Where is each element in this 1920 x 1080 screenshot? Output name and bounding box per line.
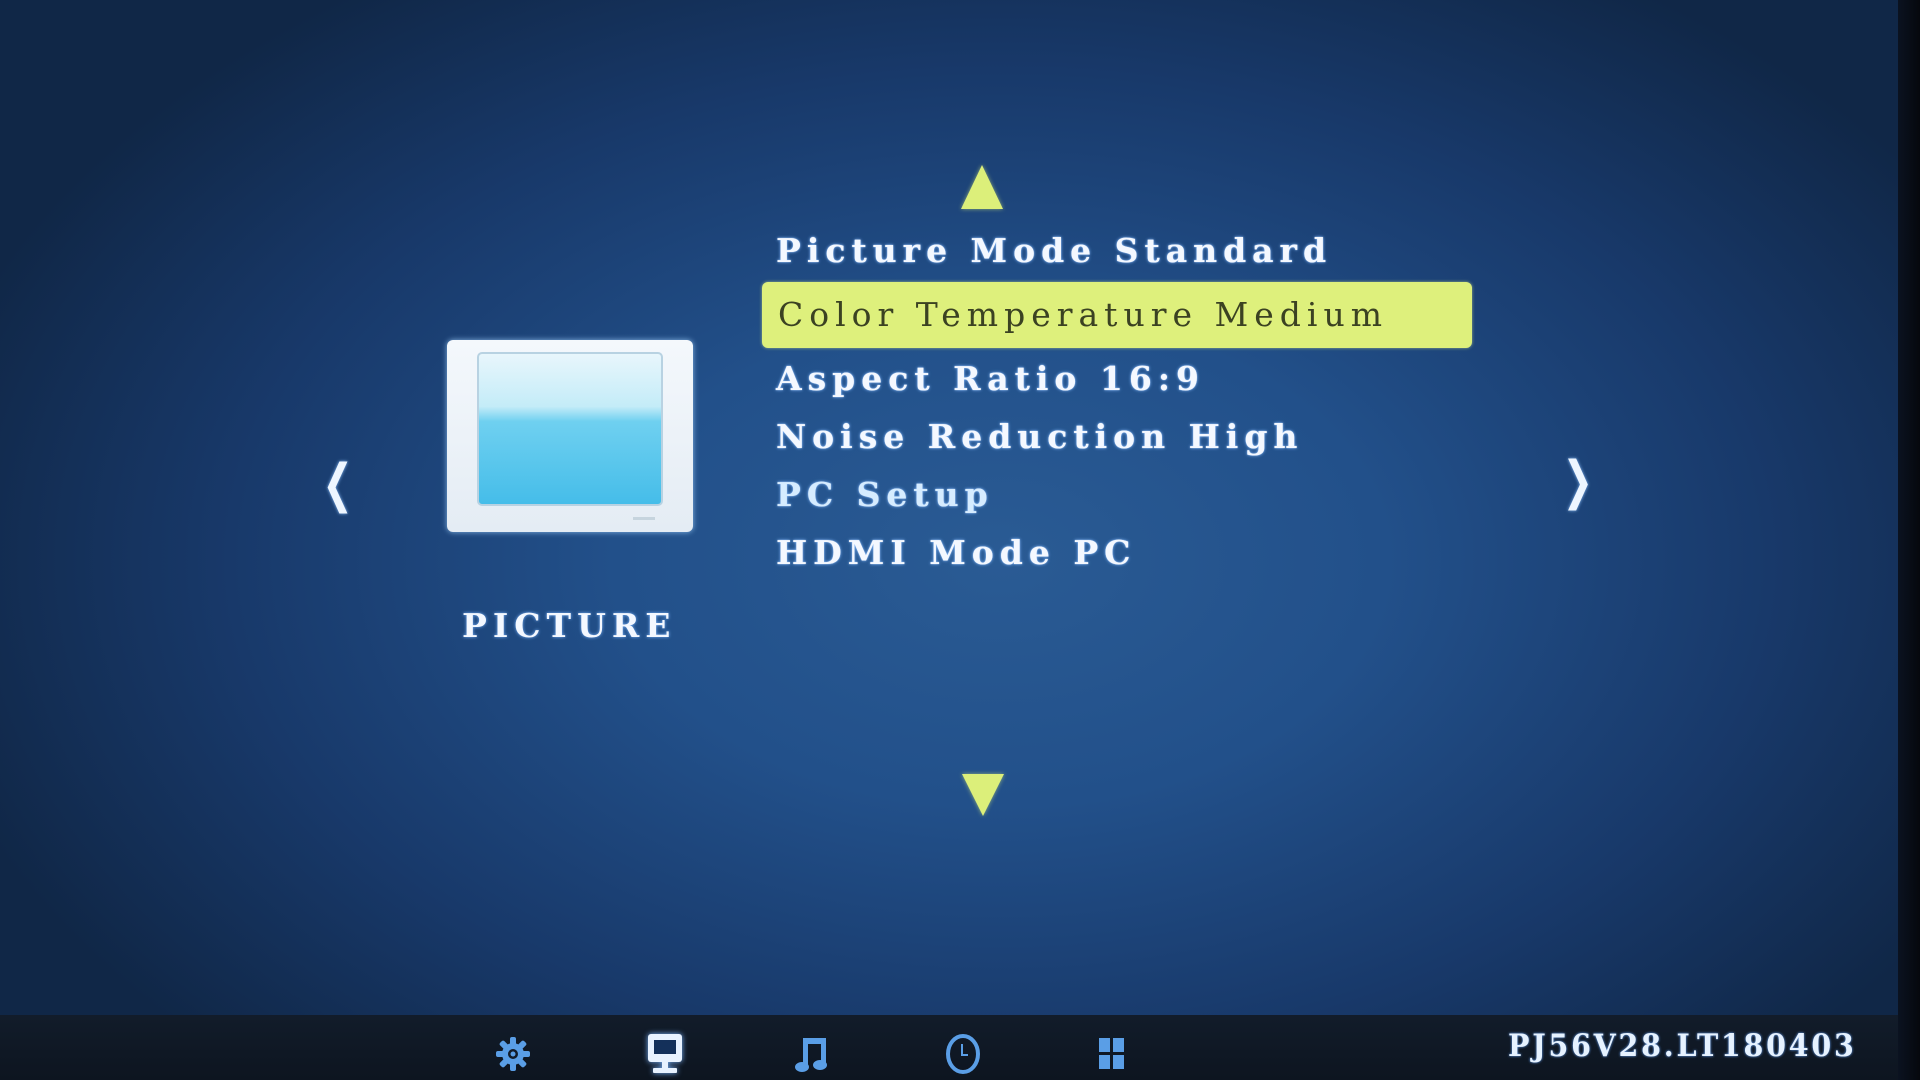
- gear-icon: [496, 1037, 530, 1071]
- menu-item-aspect-ratio[interactable]: Aspect Ratio 16:9: [762, 350, 1472, 408]
- chevron-right-icon[interactable]: ❯: [1563, 455, 1594, 507]
- triangle-up-icon[interactable]: [961, 165, 1003, 209]
- firmware-version: PJ56V28.LT180403: [1508, 1028, 1857, 1064]
- tab-time[interactable]: [941, 1032, 985, 1076]
- menu-item-hdmi-mode[interactable]: HDMI Mode PC: [762, 524, 1472, 582]
- monitor-icon: [648, 1034, 682, 1073]
- monitor-led: [633, 517, 655, 520]
- tab-settings[interactable]: [491, 1032, 535, 1076]
- tab-picture[interactable]: [643, 1032, 687, 1076]
- menu-item-noise-reduction[interactable]: Noise Reduction High: [762, 408, 1472, 466]
- menu-item-color-temperature[interactable]: Color Temperature Medium: [762, 282, 1472, 348]
- screen-edge: [1898, 0, 1920, 1080]
- music-note-icon: [795, 1038, 827, 1072]
- monitor-screen: [477, 352, 663, 506]
- osd-screen: ❮ PICTURE Picture Mode Standard Color Te…: [0, 0, 1900, 1080]
- menu-item-pc-setup[interactable]: PC Setup: [762, 466, 1472, 524]
- tab-option[interactable]: [1089, 1032, 1133, 1076]
- chevron-left-icon[interactable]: ❮: [323, 458, 354, 510]
- category-label: PICTURE: [462, 606, 677, 645]
- grid-icon: [1099, 1038, 1124, 1069]
- triangle-down-icon[interactable]: [962, 774, 1004, 816]
- picture-menu: Picture Mode Standard Color Temperature …: [762, 222, 1472, 582]
- clock-icon: [946, 1034, 980, 1074]
- tab-sound[interactable]: [791, 1032, 835, 1076]
- picture-category-icon: [447, 340, 693, 532]
- menu-item-picture-mode[interactable]: Picture Mode Standard: [762, 222, 1472, 280]
